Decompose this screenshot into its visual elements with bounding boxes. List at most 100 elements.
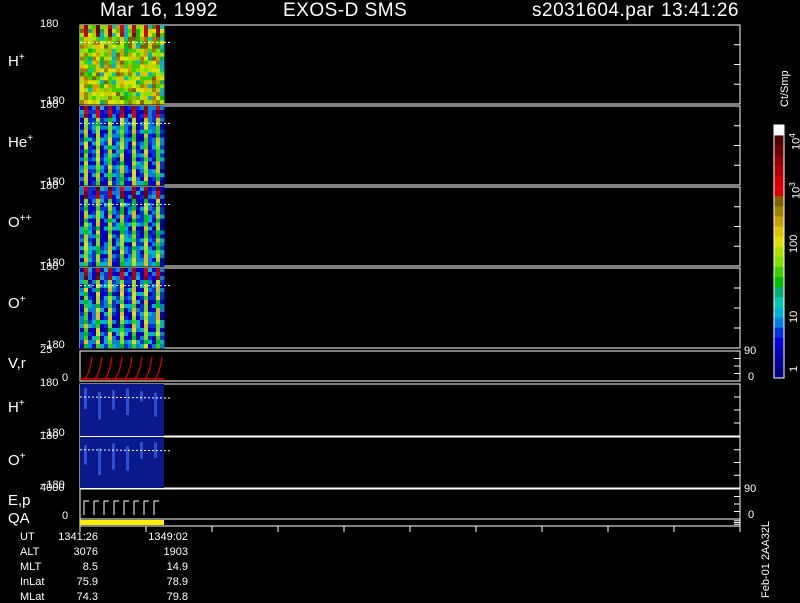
spectrogram-cell <box>152 113 157 119</box>
spectrogram-cell <box>100 268 105 273</box>
spectrogram-cell <box>96 96 101 101</box>
spectrogram-cell <box>116 280 121 285</box>
spectrogram-cell <box>92 198 97 204</box>
spectrogram-cell <box>132 268 137 273</box>
spectrogram-cell <box>136 145 141 150</box>
spectrogram-cell <box>80 246 85 251</box>
spectrogram-cell <box>128 276 133 281</box>
spectrogram-cell <box>100 68 105 73</box>
spectrogram-cell <box>88 214 93 219</box>
spectrogram-cell <box>140 312 145 317</box>
panel-label-text: O <box>8 295 20 312</box>
spectrogram-cell <box>84 145 89 150</box>
spectrogram-cell <box>104 161 109 166</box>
spectrogram-cell <box>108 68 113 73</box>
spectrogram-cell <box>108 161 113 166</box>
spectrogram-cell <box>80 340 85 345</box>
spectrogram-cell <box>84 125 89 131</box>
spectrogram-cell <box>88 133 93 138</box>
spectrogram-cell <box>112 117 117 123</box>
spectrogram-cell <box>128 226 133 231</box>
spectrogram-cell <box>84 250 89 255</box>
spectrogram-cell <box>132 336 137 341</box>
spectrogram-cell <box>108 250 113 255</box>
spectrogram-cell <box>136 109 141 115</box>
spectrogram-cell <box>112 121 117 127</box>
spectrogram-cell <box>104 268 109 273</box>
spectrogram-cell <box>152 48 157 54</box>
spectrogram-cell <box>136 320 141 325</box>
spectrogram-cell <box>120 32 125 38</box>
spectrogram-cell <box>104 258 109 263</box>
spectrogram-cell <box>152 276 157 281</box>
spectrogram-cell <box>92 60 97 65</box>
spectrogram-cell <box>88 280 93 285</box>
spectrogram-cell <box>112 312 117 317</box>
spectrogram-cell <box>152 272 157 277</box>
spectrogram-cell <box>160 133 165 138</box>
spectrogram-cell <box>160 210 165 216</box>
spectrogram-cell <box>120 332 125 337</box>
spectrogram-cell <box>84 272 89 277</box>
spectrogram-cell <box>156 288 161 293</box>
spectrogram-cell <box>160 288 165 293</box>
spectrogram-cell <box>144 80 149 85</box>
spectrogram-cell <box>156 165 161 170</box>
spectrogram-cell <box>156 80 161 85</box>
spectrogram-cell <box>132 28 137 34</box>
spectrogram-cell <box>124 206 129 212</box>
spectrogram-cell <box>136 336 141 341</box>
spectrogram-cell <box>112 76 117 81</box>
spectrogram-cell <box>116 288 121 293</box>
spectrogram-cell <box>112 56 117 61</box>
spectrogram-cell <box>120 121 125 127</box>
spectrogram-cell <box>104 64 109 69</box>
spectrogram-cell <box>104 25 109 30</box>
spectrogram-cell <box>92 72 97 77</box>
spectrogram-cell <box>116 246 121 251</box>
spectrogram-cell <box>140 96 145 101</box>
spectrogram-cell <box>124 161 129 166</box>
spectrogram-cell <box>104 262 109 267</box>
spectrogram-cell <box>124 316 129 321</box>
spectrogram-cell <box>128 137 133 142</box>
spectrogram-cell <box>120 234 125 239</box>
footer-code: Feb-01 2AA32L <box>760 520 772 598</box>
spectrogram-cell <box>108 328 113 333</box>
spectrogram-cell <box>88 44 93 50</box>
spectrogram-cell <box>128 145 133 150</box>
spectrogram-cell <box>156 28 161 34</box>
spectrogram-cell <box>140 113 145 119</box>
spectrogram-cell <box>92 304 97 309</box>
spectrogram-cell <box>132 141 137 146</box>
spectrogram-cell <box>152 64 157 69</box>
spectrogram-cell <box>128 56 133 61</box>
spectrogram-cell <box>144 169 149 174</box>
spectrogram-cell <box>112 246 117 251</box>
spectrogram-cell <box>112 238 117 243</box>
spectrogram-cell <box>124 121 129 127</box>
spectrogram-cell <box>156 121 161 127</box>
spectrogram-cell <box>116 308 121 313</box>
spectrogram-cell <box>148 280 153 285</box>
spectrogram-cell <box>92 308 97 313</box>
spectrogram-cell <box>128 40 133 46</box>
spectrogram-cell <box>148 157 153 162</box>
spectrogram-cell <box>128 230 133 235</box>
spectrogram-cell <box>84 68 89 73</box>
spectrogram-cell <box>84 100 89 105</box>
spectrogram-cell <box>88 145 93 150</box>
spectrogram-cell <box>88 181 93 186</box>
spectrogram-cell <box>156 214 161 219</box>
spectrogram-cell <box>160 194 165 200</box>
spectrogram-cell <box>124 234 129 239</box>
spectrogram-cell <box>156 32 161 38</box>
spectrogram-cell <box>84 328 89 333</box>
spectrogram-cell <box>156 230 161 235</box>
spectrogram-cell <box>120 190 125 196</box>
spectrogram-cell <box>136 280 141 285</box>
spectrogram-cell <box>124 129 129 135</box>
spectrogram-cell <box>128 187 133 192</box>
spectrogram-cell <box>100 276 105 281</box>
spectrogram-cell <box>156 44 161 50</box>
